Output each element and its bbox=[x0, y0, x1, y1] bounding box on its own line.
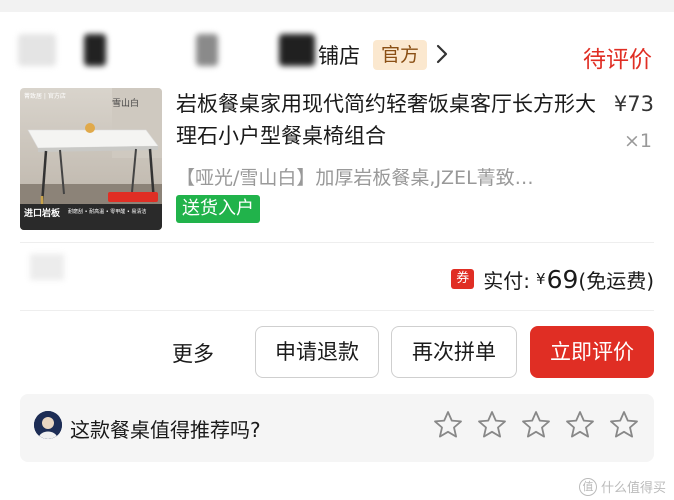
more-button[interactable]: 更多 bbox=[172, 338, 214, 368]
blurred-shop-avatar bbox=[18, 34, 56, 66]
star-outline-icon[interactable] bbox=[476, 409, 508, 441]
shop-header[interactable]: 铺店 官方 待评价 bbox=[0, 28, 674, 84]
divider bbox=[20, 310, 654, 311]
thumbnail-promo-line: 耐磨刮 • 耐高温 • 零甲醛 • 易清洁 bbox=[68, 209, 147, 215]
official-badge: 官方 bbox=[373, 40, 427, 70]
blurred-shop-text bbox=[279, 34, 315, 66]
product-spec: 【哑光/雪山白】加厚岩板餐桌,JZEL菁致… bbox=[176, 167, 534, 189]
avatar bbox=[34, 411, 62, 439]
product-title[interactable]: 岩板餐桌家用现代简约轻奢饭桌客厅长方形大理石小户型餐桌椅组合 bbox=[176, 88, 596, 152]
order-card: 铺店 官方 待评价 菁致居 | 官方店 雪山白 进口岩板 耐磨刮 • 耐高温 •… bbox=[0, 0, 674, 500]
watermark: 值 什么值得买 bbox=[578, 477, 666, 496]
paid-amount: 69 bbox=[546, 264, 579, 294]
review-button[interactable]: 立即评价 bbox=[530, 326, 654, 378]
rating-prompt: 这款餐桌值得推荐吗? bbox=[20, 394, 654, 462]
star-outline-icon[interactable] bbox=[520, 409, 552, 441]
delivery-tag: 送货入户 bbox=[176, 195, 260, 223]
thumbnail-promo: 进口岩板 bbox=[24, 209, 61, 219]
shipping-note: (免运费) bbox=[578, 268, 654, 293]
top-divider bbox=[0, 0, 674, 12]
thumbnail-brand: 菁致居 | 官方店 bbox=[24, 93, 66, 100]
blurred-shop-text bbox=[196, 34, 218, 66]
product-thumbnail[interactable]: 菁致居 | 官方店 雪山白 进口岩板 耐磨刮 • 耐高温 • 零甲醛 • 易清洁 bbox=[20, 88, 162, 230]
refund-button[interactable]: 申请退款 bbox=[255, 326, 379, 378]
currency-symbol: ¥ bbox=[536, 270, 546, 288]
item-price: ¥73 bbox=[613, 92, 654, 116]
shop-name[interactable]: 铺店 bbox=[318, 40, 360, 70]
thumbnail-corner-text: 雪山白 bbox=[112, 99, 140, 109]
regroup-button[interactable]: 再次拼单 bbox=[391, 326, 517, 378]
avatar-image bbox=[34, 411, 62, 439]
chevron-right-icon[interactable] bbox=[432, 42, 452, 66]
star-outline-icon[interactable] bbox=[432, 409, 464, 441]
divider bbox=[20, 242, 654, 243]
blurred-content bbox=[30, 254, 64, 280]
coupon-icon: 券 bbox=[451, 269, 475, 289]
blurred-shop-text bbox=[84, 34, 106, 66]
watermark-logo-icon: 值 bbox=[578, 477, 597, 496]
watermark-text: 什么值得买 bbox=[600, 481, 666, 496]
star-rating[interactable] bbox=[432, 409, 640, 441]
star-outline-icon[interactable] bbox=[608, 409, 640, 441]
order-status: 待评价 bbox=[583, 47, 652, 73]
payment-summary: 券 实付: ¥ 69 (免运费) bbox=[451, 264, 654, 294]
star-outline-icon[interactable] bbox=[564, 409, 596, 441]
paid-label: 实付: bbox=[483, 268, 531, 293]
rating-question: 这款餐桌值得推荐吗? bbox=[70, 418, 261, 442]
item-quantity: ×1 bbox=[623, 130, 652, 152]
